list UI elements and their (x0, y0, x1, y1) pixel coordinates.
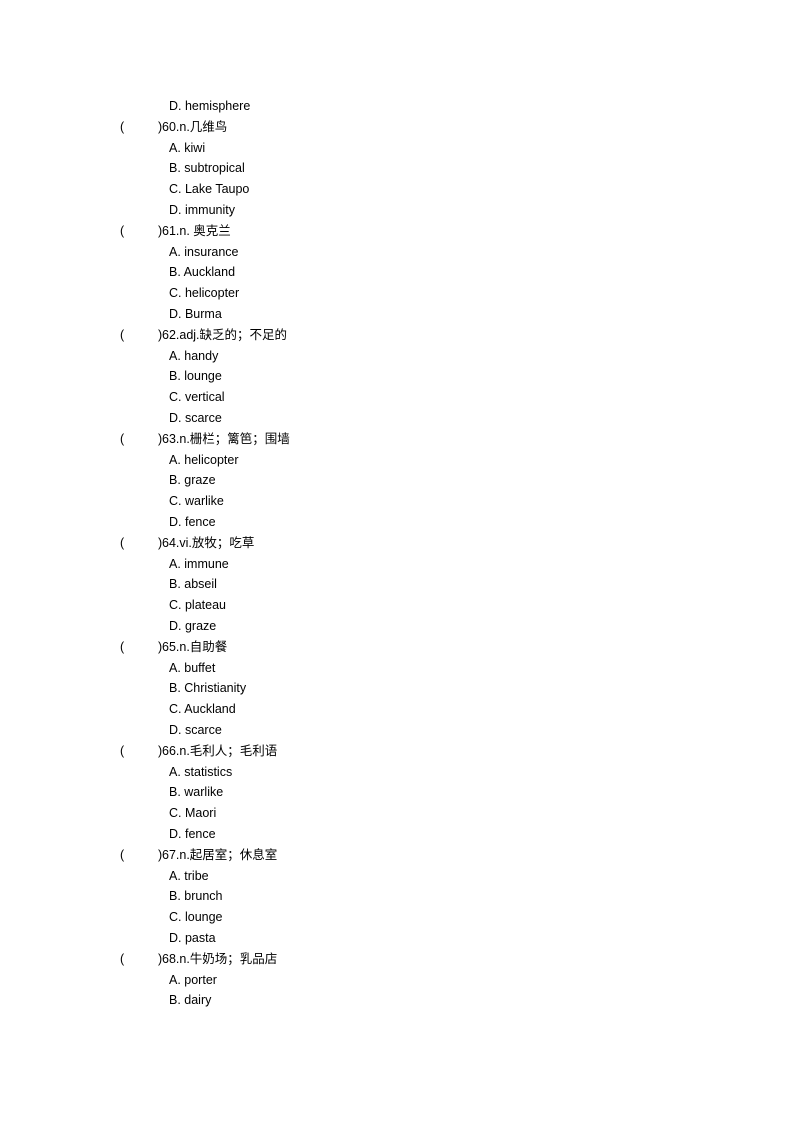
answer-blank-open: ( (120, 847, 125, 862)
option-item: B. lounge (169, 369, 222, 384)
option-item: D. Burma (169, 307, 222, 321)
option-item: B. warlike (169, 785, 224, 800)
option-item: A. immune (169, 556, 229, 571)
option-item: B. Christianity (169, 681, 247, 696)
option-item: A. buffet (169, 660, 216, 675)
answer-blank-open: ( (120, 535, 125, 550)
option-item: C. helicopter (169, 286, 240, 301)
answer-blank-open: ( (120, 639, 125, 654)
option-item: D. pasta (169, 931, 216, 945)
option-item: B. abseil (169, 577, 217, 592)
option-item: C. plateau (169, 598, 226, 613)
option-item: B. dairy (169, 993, 212, 1008)
option-item: B. graze (169, 473, 216, 488)
question-text: 61.n. 奥克兰 (162, 223, 231, 238)
option-item: B. subtropical (169, 161, 245, 176)
option-item: D. scarce (169, 411, 222, 425)
option-item: D. fence (169, 827, 216, 841)
question-text: 60.n.几维鸟 (162, 119, 228, 134)
answer-blank-open: ( (120, 743, 125, 758)
option-item: C. lounge (169, 910, 223, 925)
question-text: 68.n.牛奶场；乳品店 (162, 951, 278, 966)
document-page: D. hemisphere() 60.n.几维鸟 A. kiwi B. subtrop… (0, 0, 794, 1123)
answer-blank-open: ( (120, 327, 125, 342)
option-item: D. hemisphere (169, 99, 251, 113)
question-text: 62.adj.缺乏的；不足的 (162, 327, 288, 342)
option-item: A. handy (169, 348, 219, 363)
option-item: A. statistics (169, 764, 233, 779)
option-item: A. porter (169, 972, 217, 987)
option-item: D. immunity (169, 203, 235, 217)
option-item: B. brunch (169, 889, 223, 904)
option-item: A. kiwi (169, 140, 206, 155)
question-text: 64.vi.放牧；吃草 (162, 535, 255, 550)
option-item: A. helicopter (169, 452, 239, 467)
question-text: 63.n.栅栏；篱笆；围墙 (162, 431, 290, 446)
option-item: A. tribe (169, 868, 209, 883)
option-item: D. graze (169, 619, 217, 633)
option-item: C. warlike (169, 494, 224, 509)
answer-blank-open: ( (120, 431, 125, 446)
option-item: B. Auckland (169, 265, 236, 280)
option-item: C. Auckland (169, 702, 236, 717)
answer-blank-open: ( (120, 951, 125, 966)
option-item: D. fence (169, 515, 216, 529)
question-text: 65.n.自助餐 (162, 639, 228, 654)
option-item: D. scarce (169, 723, 222, 737)
option-item: C. vertical (169, 390, 225, 405)
answer-blank-open: ( (120, 119, 125, 134)
option-item: C. Maori (169, 806, 217, 821)
question-text: 67.n.起居室；休息室 (162, 847, 278, 862)
option-item: C. Lake Taupo (169, 182, 250, 197)
question-text: 66.n.毛利人；毛利语 (162, 743, 278, 758)
answer-blank-open: ( (120, 223, 125, 238)
option-item: A. insurance (169, 244, 239, 259)
